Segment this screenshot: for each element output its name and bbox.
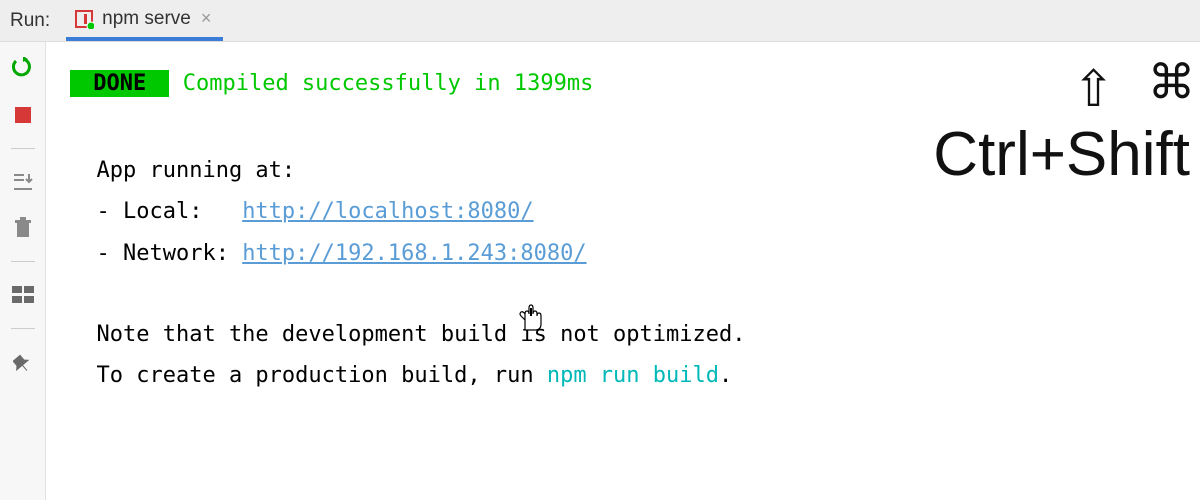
close-tab-icon[interactable]: × xyxy=(201,8,212,29)
rerun-button[interactable] xyxy=(10,56,36,82)
run-tool-header: Run: npm serve × xyxy=(0,0,1200,42)
network-url-link[interactable]: http://192.168.1.243:8080/ xyxy=(242,241,586,266)
content-area: DONE Compiled successfully in 1399ms App… xyxy=(0,42,1200,500)
local-url-link[interactable]: http://localhost:8080/ xyxy=(242,199,533,224)
tab-title: npm serve xyxy=(102,8,191,30)
shortcut-symbols: ⇧ ⌘ xyxy=(933,50,1190,118)
network-label: - Network: xyxy=(70,241,242,266)
note-line-1: Note that the development build is not o… xyxy=(70,317,1176,352)
local-label: - Local: xyxy=(70,199,242,224)
toolbar-divider xyxy=(11,148,35,149)
run-tab[interactable]: npm serve × xyxy=(66,0,223,41)
done-badge: DONE xyxy=(70,70,169,97)
layout-button[interactable] xyxy=(10,282,36,308)
network-url-line: - Network: http://192.168.1.243:8080/ xyxy=(70,236,1176,271)
local-url-line: - Local: http://localhost:8080/ xyxy=(70,194,1176,229)
run-label: Run: xyxy=(10,10,50,32)
compiled-message: Compiled successfully in 1399ms xyxy=(169,71,593,96)
console-output[interactable]: DONE Compiled successfully in 1399ms App… xyxy=(46,42,1200,500)
note-line-2: To create a production build, run npm ru… xyxy=(70,358,1176,393)
stop-button[interactable] xyxy=(10,102,36,128)
build-command: npm run build xyxy=(547,363,719,388)
clear-all-button[interactable] xyxy=(10,215,36,241)
toolbar-divider xyxy=(11,261,35,262)
shortcut-text: Ctrl+Shift xyxy=(933,124,1190,186)
pin-button[interactable] xyxy=(10,349,36,375)
scroll-to-end-button[interactable] xyxy=(10,169,36,195)
keyboard-shortcut-overlay: ⇧ ⌘ Ctrl+Shift xyxy=(933,50,1190,186)
toolbar-divider xyxy=(11,328,35,329)
run-toolbar xyxy=(0,42,46,500)
npm-icon xyxy=(74,9,94,29)
